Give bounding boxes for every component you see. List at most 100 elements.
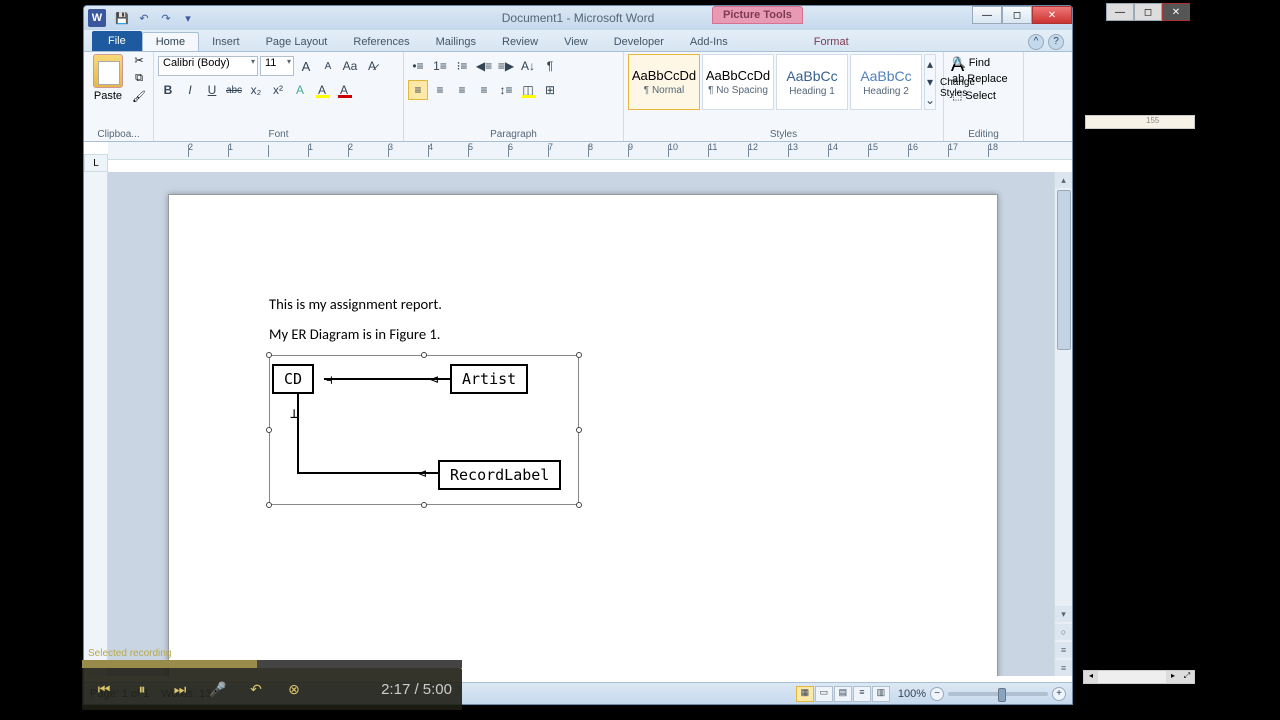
word-app-icon[interactable]: W: [88, 9, 106, 27]
document-area[interactable]: This is my assignment report. My ER Diag…: [108, 172, 1054, 676]
full-screen-view-button[interactable]: ▭: [815, 686, 833, 702]
zoom-in-button[interactable]: +: [1052, 687, 1066, 701]
zoom-level[interactable]: 100%: [898, 688, 926, 700]
help-button[interactable]: ?: [1048, 34, 1064, 50]
line-spacing-button[interactable]: ↕≡: [496, 80, 516, 100]
bold-button[interactable]: B: [158, 80, 178, 100]
tab-add-ins[interactable]: Add-Ins: [677, 33, 741, 51]
bg-scroll-expand[interactable]: ⤢: [1180, 671, 1194, 683]
draft-view-button[interactable]: ▥: [872, 686, 890, 702]
background-horizontal-scrollbar[interactable]: ◂ ▸ ⤢: [1083, 670, 1195, 684]
browse-object-button[interactable]: ○: [1055, 624, 1072, 640]
align-left-button[interactable]: ≡: [408, 80, 428, 100]
prev-page-button[interactable]: ≡: [1055, 642, 1072, 658]
bg-minimize-button[interactable]: —: [1106, 3, 1134, 21]
scroll-thumb[interactable]: [1057, 190, 1071, 350]
font-name-combo[interactable]: Calibri (Body): [158, 56, 258, 76]
zoom-slider[interactable]: [948, 692, 1048, 696]
tab-format[interactable]: Format: [801, 33, 862, 51]
horizontal-ruler[interactable]: 21 1 23 45 67 89 1011 1213 1415 1617 18: [108, 142, 1072, 160]
underline-button[interactable]: U: [202, 80, 222, 100]
clear-formatting-button[interactable]: A̷: [362, 56, 382, 76]
font-size-combo[interactable]: 11: [260, 56, 294, 76]
qat-customize-dropdown[interactable]: ▾: [178, 9, 198, 27]
minimize-button[interactable]: —: [972, 6, 1002, 24]
style-gallery-down[interactable]: ▾: [925, 73, 935, 91]
tab-selector[interactable]: L: [84, 154, 108, 172]
page[interactable]: This is my assignment report. My ER Diag…: [168, 194, 998, 676]
mic-button[interactable]: 🎤: [206, 677, 230, 701]
style-heading-1[interactable]: AaBbCc Heading 1: [776, 54, 848, 110]
style-heading-2[interactable]: AaBbCc Heading 2: [850, 54, 922, 110]
change-case-button[interactable]: Aa: [340, 56, 360, 76]
highlight-button[interactable]: A: [312, 80, 332, 100]
style-no-spacing[interactable]: AaBbCcDd ¶ No Spacing: [702, 54, 774, 110]
format-painter-button[interactable]: 🖌: [130, 90, 148, 106]
align-center-button[interactable]: ≡: [430, 80, 450, 100]
tab-view[interactable]: View: [551, 33, 601, 51]
selection-handle[interactable]: [576, 502, 582, 508]
increase-indent-button[interactable]: ≡▶: [496, 56, 516, 76]
shading-button[interactable]: ◫: [518, 80, 538, 100]
selection-handle[interactable]: [266, 502, 272, 508]
subscript-button[interactable]: x₂: [246, 80, 266, 100]
pause-button[interactable]: ⏸: [130, 677, 154, 701]
superscript-button[interactable]: x²: [268, 80, 288, 100]
strikethrough-button[interactable]: abc: [224, 80, 244, 100]
tab-review[interactable]: Review: [489, 33, 551, 51]
text-effects-button[interactable]: A: [290, 80, 310, 100]
bg-maximize-button[interactable]: ◻: [1134, 3, 1162, 21]
style-gallery-up[interactable]: ▴: [925, 55, 935, 73]
scroll-down-arrow[interactable]: ▾: [1055, 606, 1072, 622]
sort-button[interactable]: A↓: [518, 56, 538, 76]
selection-handle[interactable]: [421, 352, 427, 358]
next-button[interactable]: ⏭: [168, 677, 192, 701]
cut-button[interactable]: ✂: [130, 54, 148, 70]
justify-button[interactable]: ≡: [474, 80, 494, 100]
zoom-out-button[interactable]: −: [930, 687, 944, 701]
paragraph-2[interactable]: My ER Diagram is in Figure 1.: [269, 325, 897, 343]
font-color-button[interactable]: A: [334, 80, 354, 100]
tab-insert[interactable]: Insert: [199, 33, 253, 51]
scroll-up-arrow[interactable]: ▴: [1055, 172, 1072, 188]
replace-button[interactable]: abReplace: [948, 71, 1012, 87]
bullets-button[interactable]: •≡: [408, 56, 428, 76]
stop-button[interactable]: ⊗: [282, 677, 306, 701]
rewind-button[interactable]: ↶: [244, 677, 268, 701]
outline-view-button[interactable]: ≡: [853, 686, 871, 702]
italic-button[interactable]: I: [180, 80, 200, 100]
grow-font-button[interactable]: A: [296, 56, 316, 76]
web-layout-view-button[interactable]: ▤: [834, 686, 852, 702]
maximize-button[interactable]: ◻: [1002, 6, 1032, 24]
tab-file[interactable]: File: [92, 31, 142, 51]
select-button[interactable]: ⬚Select: [948, 87, 1000, 104]
selection-handle[interactable]: [576, 352, 582, 358]
selection-handle[interactable]: [266, 352, 272, 358]
close-button[interactable]: ✕: [1032, 6, 1072, 24]
multilevel-list-button[interactable]: ⁝≡: [452, 56, 472, 76]
print-layout-view-button[interactable]: ▦: [796, 686, 814, 702]
vertical-ruler[interactable]: [84, 172, 108, 676]
selection-handle[interactable]: [421, 502, 427, 508]
copy-button[interactable]: ⧉: [130, 72, 148, 88]
tab-page-layout[interactable]: Page Layout: [253, 33, 341, 51]
bg-scroll-right-arrow[interactable]: ▸: [1166, 671, 1180, 683]
video-progress-bar[interactable]: [82, 660, 462, 668]
shrink-font-button[interactable]: A: [318, 56, 338, 76]
bg-scroll-left-arrow[interactable]: ◂: [1084, 671, 1098, 683]
tab-references[interactable]: References: [340, 33, 422, 51]
selection-handle[interactable]: [576, 427, 582, 433]
numbering-button[interactable]: 1≡: [430, 56, 450, 76]
er-diagram-picture[interactable]: CD Artist RecordLabel ⫞ ⊲ ⊥ ⊲: [269, 355, 579, 505]
next-page-button[interactable]: ≡: [1055, 660, 1072, 676]
tab-developer[interactable]: Developer: [601, 33, 677, 51]
borders-button[interactable]: ⊞: [540, 80, 560, 100]
selection-handle[interactable]: [266, 427, 272, 433]
show-marks-button[interactable]: ¶: [540, 56, 560, 76]
prev-button[interactable]: ⏮: [92, 677, 116, 701]
undo-button[interactable]: ↶: [134, 9, 154, 27]
align-right-button[interactable]: ≡: [452, 80, 472, 100]
decrease-indent-button[interactable]: ◀≡: [474, 56, 494, 76]
find-button[interactable]: 🔍Find: [948, 54, 994, 71]
minimize-ribbon-button[interactable]: ^: [1028, 34, 1044, 50]
